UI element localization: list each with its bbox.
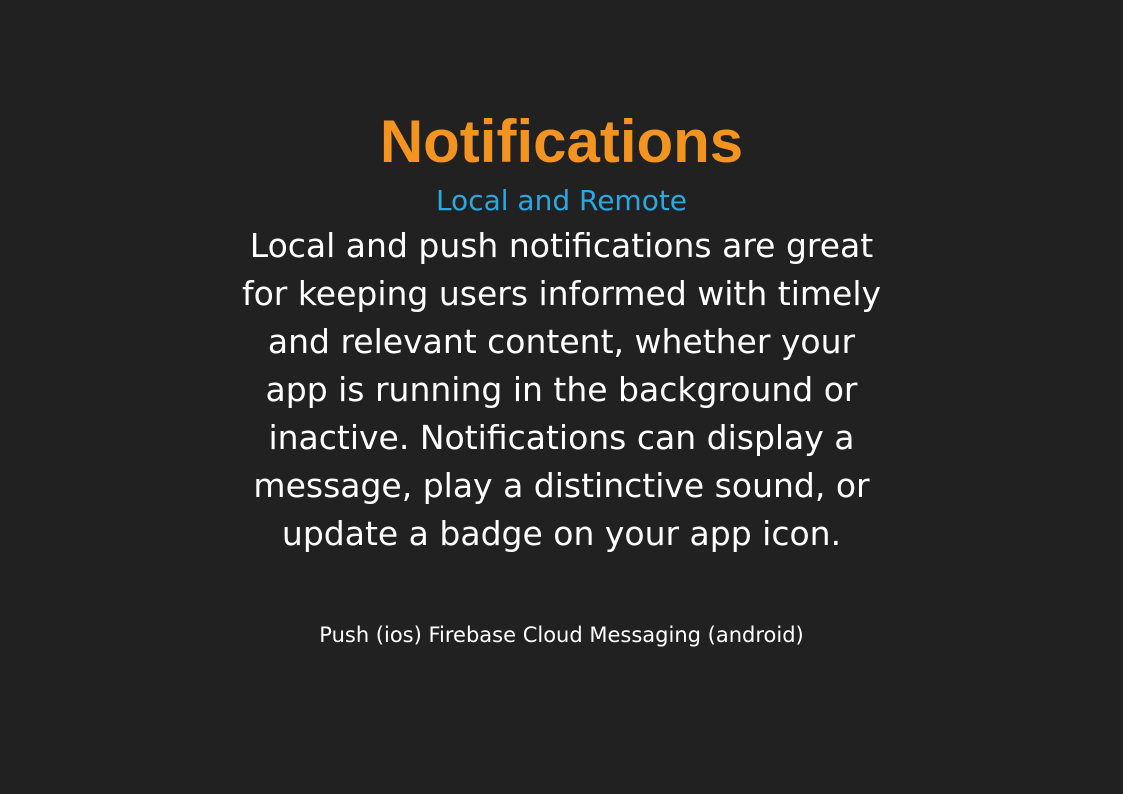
body-line: app is running in the background or bbox=[265, 370, 858, 409]
body-paragraph: Local and push notifications are great f… bbox=[0, 222, 1123, 558]
footnote: Push (ios) Firebase Cloud Messaging (and… bbox=[319, 623, 804, 647]
slide-title: Notifications bbox=[379, 108, 744, 175]
body-line: for keeping users informed with timely bbox=[241, 274, 882, 313]
body-line: message, play a distinctive sound, or bbox=[253, 466, 870, 505]
body-line: and relevant content, whether your bbox=[267, 322, 856, 361]
slide: Notifications Local and Remote Local and… bbox=[0, 0, 1123, 794]
body-line: update a badge on your app icon. bbox=[281, 514, 842, 553]
body-line: Local and push notifications are great bbox=[249, 226, 874, 265]
slide-subtitle: Local and Remote bbox=[435, 184, 688, 217]
body-line: inactive. Notifications can display a bbox=[268, 418, 855, 457]
